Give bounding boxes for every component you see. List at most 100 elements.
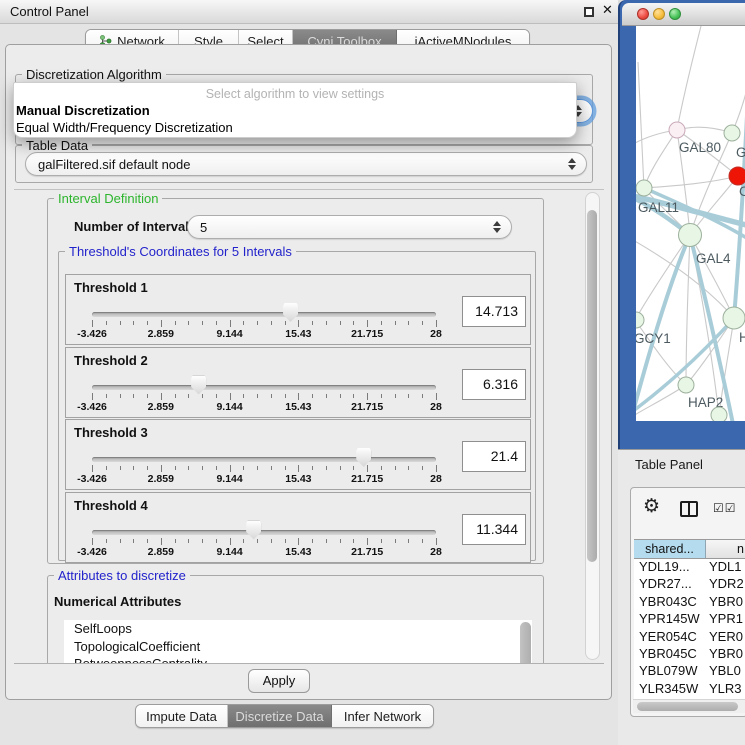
threshold-value-field[interactable]: 6.316: [462, 369, 526, 400]
slider-tick: [133, 466, 134, 470]
slider-tick-label: 21.715: [351, 473, 383, 485]
algorithm-dropdown-popup: Select algorithm to view settings Manual…: [13, 82, 577, 138]
slider-tick: [243, 321, 244, 325]
network-node[interactable]: [711, 407, 727, 421]
interval-definition-group: Interval Definition Number of Intervals …: [47, 198, 544, 564]
slider-tick: [161, 538, 162, 545]
cell-shared-name: YER054C: [634, 629, 706, 646]
column-header-name[interactable]: n: [706, 540, 745, 558]
threshold-value-field[interactable]: 21.4: [462, 441, 526, 472]
threshold-slider-track[interactable]: [92, 530, 436, 535]
slider-tick: [298, 538, 299, 545]
network-node[interactable]: [723, 307, 745, 329]
table-header-row: shared... n: [634, 539, 745, 559]
cell-name: YBR0: [706, 646, 745, 663]
panel-scrollbar[interactable]: [585, 192, 600, 660]
tab-impute-data[interactable]: Impute Data: [136, 705, 228, 727]
tab-discretize-data[interactable]: Discretize Data: [228, 705, 332, 727]
slider-tick-label: 21.715: [351, 328, 383, 340]
slider-tick: [381, 321, 382, 325]
window-title: Control Panel: [10, 4, 89, 19]
list-scrollbar-thumb[interactable]: [520, 622, 531, 664]
panel-scrollbar-thumb[interactable]: [587, 210, 597, 562]
slider-tick: [230, 393, 231, 400]
network-node-label: GAL80: [679, 140, 721, 155]
network-node-label: GA: [736, 145, 745, 160]
table-row[interactable]: YBR043CYBR0: [634, 594, 745, 611]
network-node[interactable]: [679, 224, 702, 247]
threshold-slider-knob[interactable]: [191, 376, 206, 395]
threshold-label: Threshold 3: [74, 425, 148, 440]
algorithm-option-manual[interactable]: Manual Discretization: [16, 103, 150, 118]
close-icon[interactable]: ✕: [602, 3, 613, 18]
column-header-shared-name[interactable]: shared...: [634, 540, 706, 558]
threshold-slider-knob[interactable]: [246, 521, 261, 540]
table-data-combo[interactable]: galFiltered.sif default node: [25, 152, 587, 176]
table-row[interactable]: YBR045CYBR0: [634, 646, 745, 663]
table-hscrollbar-thumb[interactable]: [637, 702, 738, 711]
slider-tick-label: -3.426: [77, 546, 107, 558]
table-data-title: Table Data: [22, 138, 92, 153]
slider-tick: [422, 466, 423, 470]
network-node[interactable]: [636, 312, 644, 328]
tab-infer-network[interactable]: Infer Network: [332, 705, 433, 727]
slider-tick: [188, 466, 189, 470]
discretization-algorithm-title: Discretization Algorithm: [22, 67, 166, 82]
gear-icon[interactable]: ⚙: [643, 495, 660, 517]
network-node[interactable]: [636, 180, 652, 196]
slider-tick: [257, 321, 258, 325]
network-node[interactable]: [729, 167, 745, 185]
minimize-traffic-light[interactable]: [653, 8, 665, 20]
slider-tick: [395, 466, 396, 470]
network-node[interactable]: [669, 122, 685, 138]
slider-tick: [340, 394, 341, 398]
zoom-traffic-light[interactable]: [669, 8, 681, 20]
table-row[interactable]: YLR345WYLR3: [634, 681, 745, 698]
network-window-titlebar: [622, 3, 745, 26]
slider-tick: [271, 394, 272, 398]
network-nodes[interactable]: GAL80GACGAL11GAL4GCY1HHAP2: [636, 122, 745, 421]
slider-tick: [353, 394, 354, 398]
attribute-list-item[interactable]: TopologicalCoefficient: [64, 638, 532, 656]
numerical-attributes-list[interactable]: SelfLoopsTopologicalCoefficientBetweenne…: [64, 620, 532, 664]
slider-tick: [92, 393, 93, 400]
slider-tick-label: 9.144: [216, 546, 242, 558]
slider-tick: [367, 465, 368, 472]
table-row[interactable]: YER054CYER0: [634, 629, 745, 646]
table-row[interactable]: YBL079WYBL0: [634, 663, 745, 680]
slider-tick: [175, 539, 176, 543]
slider-tick-label: 21.715: [351, 546, 383, 558]
threshold-slider-track[interactable]: [92, 312, 436, 317]
slider-tick: [312, 321, 313, 325]
attribute-list-item[interactable]: SelfLoops: [64, 620, 532, 638]
threshold-slider-knob[interactable]: [356, 448, 371, 467]
thresholds-group: Threshold's Coordinates for 5 Intervals …: [58, 251, 536, 561]
apply-button[interactable]: Apply: [248, 669, 310, 693]
algorithm-option-equal-width[interactable]: Equal Width/Frequency Discretization: [16, 120, 233, 135]
table-row[interactable]: YDR27...YDR2: [634, 576, 745, 593]
split-columns-icon[interactable]: [680, 501, 698, 517]
slider-tick: [436, 538, 437, 545]
threshold-slider-track[interactable]: [92, 457, 436, 462]
select-columns-checkboxes-icon[interactable]: ☑☑: [713, 501, 737, 515]
network-canvas[interactable]: GAL80GACGAL11GAL4GCY1HHAP2: [636, 26, 745, 421]
float-window-icon[interactable]: [584, 7, 594, 17]
network-node[interactable]: [724, 125, 740, 141]
attribute-list-item[interactable]: BetweennessCentrality: [64, 655, 532, 664]
slider-tick: [408, 394, 409, 398]
table-row[interactable]: YDL19...YDL1: [634, 559, 745, 576]
slider-tick: [312, 539, 313, 543]
slider-tick: [92, 465, 93, 472]
window-titlebar: Control Panel ✕: [0, 0, 618, 24]
threshold-value-field[interactable]: 11.344: [462, 514, 526, 545]
number-of-intervals-combo[interactable]: 5: [187, 215, 512, 239]
threshold-value-field[interactable]: 14.713: [462, 296, 526, 327]
table-row[interactable]: YPR145WYPR1: [634, 611, 745, 628]
threshold-slider-knob[interactable]: [283, 303, 298, 322]
network-node[interactable]: [678, 377, 694, 393]
threshold-slider-track[interactable]: [92, 385, 436, 390]
cell-shared-name: YPR145W: [634, 611, 706, 628]
threshold-box: Threshold 1-3.4262.8599.14415.4321.71528…: [65, 274, 531, 345]
close-traffic-light[interactable]: [637, 8, 649, 20]
table-horizontal-scrollbar[interactable]: [633, 699, 745, 713]
